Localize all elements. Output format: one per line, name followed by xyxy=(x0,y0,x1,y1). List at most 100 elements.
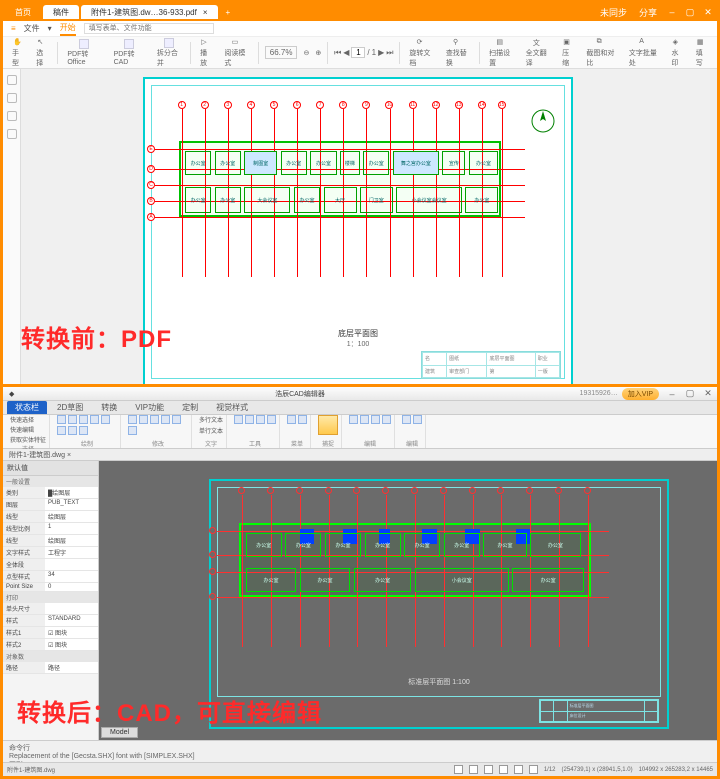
hand-tool-button[interactable]: ✋手型 xyxy=(9,37,27,69)
cad-maximize-icon[interactable]: ▢ xyxy=(681,388,699,399)
sync-status[interactable]: 未同步 xyxy=(594,6,633,19)
tab-home[interactable]: 首页 xyxy=(5,5,41,19)
status-toggle-3[interactable] xyxy=(484,765,493,774)
text-batch-button[interactable]: A文字批量处 xyxy=(626,37,663,69)
comments-icon[interactable] xyxy=(7,111,17,121)
cad-title-block: 标准层平面图床位设计 xyxy=(539,699,659,723)
property-row[interactable]: 类别█绘图层 xyxy=(3,487,98,499)
pdf-to-cad-button[interactable]: PDF转CAD xyxy=(111,38,148,67)
ribbon-tab-visual[interactable]: 视觉样式 xyxy=(208,401,256,414)
ribbon-tab-custom[interactable]: 定制 xyxy=(174,401,206,414)
first-page-icon[interactable]: ⏮ xyxy=(334,48,341,58)
maximize-icon[interactable]: ▢ xyxy=(681,7,699,18)
next-page-icon[interactable]: ▶ xyxy=(378,48,384,57)
status-toggle-1[interactable] xyxy=(454,765,463,774)
book-icon: ▭ xyxy=(232,38,242,48)
ribbon-tab-vip[interactable]: VIP功能 xyxy=(127,401,172,414)
status-toggle-6[interactable] xyxy=(529,765,538,774)
command-line[interactable]: 命令行 Replacement of the [Gecsta.SHX] font… xyxy=(3,740,717,762)
model-tab[interactable]: Model xyxy=(101,727,138,738)
property-row[interactable]: 单头尺寸 xyxy=(3,603,98,615)
cad-drawing-sheet: 办公室 办公室 办公室 办公室 办公室 办公室 办公室 办公室 办公室 办公室 … xyxy=(209,479,669,729)
menu-file[interactable]: 文件 xyxy=(24,23,40,34)
after-label: 转换后：CAD，可直接编辑 xyxy=(17,693,322,728)
snap-icon[interactable] xyxy=(318,415,338,435)
tab-document[interactable]: 附件1-建筑图.dw…36-933.pdf× xyxy=(81,5,218,19)
ribbon-tab-2dsketch[interactable]: 2D草图 xyxy=(49,401,91,414)
property-row[interactable]: 线型绘图层 xyxy=(3,535,98,547)
status-toggle-2[interactable] xyxy=(469,765,478,774)
last-page-icon[interactable]: ⏭ xyxy=(386,48,393,58)
property-row[interactable]: 线型比例1 xyxy=(3,523,98,535)
prev-page-icon[interactable]: ◀ xyxy=(343,48,349,57)
screenshot-button[interactable]: ⧉截图和对比 xyxy=(583,37,620,69)
status-toggle-5[interactable] xyxy=(514,765,523,774)
zoom-level[interactable]: 66.7% xyxy=(265,46,298,59)
fill-button[interactable]: ▦填写 xyxy=(693,37,711,69)
ribbon-tab-status[interactable]: 状态栏 xyxy=(7,401,47,414)
status-coords: (254739,1) x (28941,5,1.0) xyxy=(562,767,633,773)
close-icon[interactable]: × xyxy=(203,8,208,17)
property-row[interactable]: 图层PUB_TEXT xyxy=(3,499,98,511)
rotate-button[interactable]: ⟳旋转文档 xyxy=(406,37,436,69)
ribbon-group-edit2: 编辑 xyxy=(399,415,426,448)
status-page: 1/12 xyxy=(544,767,556,773)
menu-start[interactable]: 开始 xyxy=(60,22,76,36)
vip-button[interactable]: 加入VIP xyxy=(622,388,659,400)
document-tab[interactable]: 附件1-建筑图.dwg × xyxy=(3,449,717,461)
pdf-to-office-button[interactable]: PDF转Office xyxy=(64,38,104,67)
select-tool-button[interactable]: ↖选择 xyxy=(33,37,51,69)
share-button[interactable]: 分享 xyxy=(633,6,663,19)
cad-editor-window: ◆ 浩辰CAD编辑器 19315926… 加入VIP – ▢ ✕ 状态栏 2D草… xyxy=(3,387,717,776)
cad-floorplan: 办公室 办公室 办公室 办公室 办公室 办公室 办公室 办公室 办公室 办公室 … xyxy=(235,511,595,621)
property-row[interactable]: 全体段 xyxy=(3,559,98,571)
play-button[interactable]: ▷播放 xyxy=(197,37,215,69)
property-row[interactable]: 样式2☑ 图块 xyxy=(3,639,98,651)
property-row[interactable]: 样式1☑ 图块 xyxy=(3,627,98,639)
ribbon-tabs: 状态栏 2D草图 转换 VIP功能 定制 视觉样式 xyxy=(3,401,717,415)
ribbon-tab-convert[interactable]: 转换 xyxy=(93,401,125,414)
ribbon-group-modify: 修改 xyxy=(125,415,192,448)
feature-search-input[interactable] xyxy=(84,23,214,34)
attachments-icon[interactable] xyxy=(7,129,17,139)
page-input[interactable] xyxy=(351,47,365,58)
ribbon: 快速选择 快速编辑 获取实体特征 选择 绘制 修改 多行文本 单行文本 文字 工… xyxy=(3,415,717,449)
zoom-in-icon[interactable]: ⊕ xyxy=(315,49,321,57)
zoom-out-icon[interactable]: ⊖ xyxy=(303,49,309,57)
app-title: 浩辰CAD编辑器 xyxy=(20,389,579,399)
cad-minimize-icon[interactable]: – xyxy=(663,389,681,399)
user-label[interactable]: 19315926… xyxy=(580,390,618,397)
ribbon-group-menu: 菜单 xyxy=(284,415,311,448)
tab-draft[interactable]: 稿件 xyxy=(43,5,79,19)
property-row[interactable]: 文字样式工程字 xyxy=(3,547,98,559)
pdf-toolbar: ✋手型 ↖选择 PDF转Office PDF转CAD 拆分合并 ▷播放 ▭阅读模… xyxy=(3,37,717,69)
hand-icon: ✋ xyxy=(13,38,23,48)
read-mode-button[interactable]: ▭阅读模式 xyxy=(221,37,251,69)
scan-settings-button[interactable]: ▤扫描设置 xyxy=(486,37,516,69)
drawing-title: 底层平面图 xyxy=(145,328,571,339)
property-row[interactable]: 路径路径 xyxy=(3,662,98,674)
pdf-sidebar xyxy=(3,69,21,384)
translate-button[interactable]: 文全文翻译 xyxy=(523,37,553,69)
property-row[interactable]: 样式STANDARD xyxy=(3,615,98,627)
cursor-icon: ↖ xyxy=(37,38,47,48)
close-window-icon[interactable]: ✕ xyxy=(699,7,717,18)
minimize-icon[interactable]: – xyxy=(663,7,681,17)
page-navigator: ⏮ ◀ /1 ▶ ⏭ xyxy=(334,47,393,58)
cad-close-icon[interactable]: ✕ xyxy=(699,388,717,399)
thumbnails-icon[interactable] xyxy=(7,75,17,85)
status-toggle-4[interactable] xyxy=(499,765,508,774)
new-tab-button[interactable]: + xyxy=(220,5,237,19)
find-replace-button[interactable]: ⚲查找替换 xyxy=(443,37,473,69)
watermark-button[interactable]: ◈水印 xyxy=(669,37,687,69)
property-row[interactable]: 线型绘图层 xyxy=(3,511,98,523)
property-row[interactable]: 点型样式34 xyxy=(3,571,98,583)
split-merge-button[interactable]: 拆分合并 xyxy=(154,37,184,69)
property-row[interactable]: Point Size0 xyxy=(3,583,98,592)
bookmarks-icon[interactable] xyxy=(7,93,17,103)
ribbon-group-select: 快速选择 快速编辑 获取实体特征 选择 xyxy=(7,415,50,448)
status-file: 附件1-建筑图.dwg xyxy=(7,765,55,774)
compress-button[interactable]: ▣压缩 xyxy=(559,37,577,69)
drawing-scale: 1：100 xyxy=(145,339,571,349)
compass-icon xyxy=(531,109,555,133)
